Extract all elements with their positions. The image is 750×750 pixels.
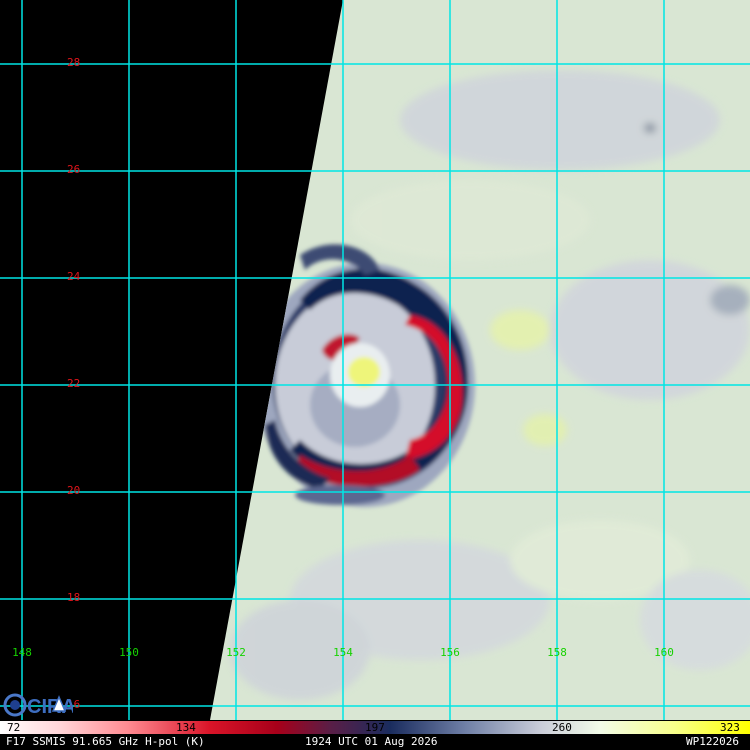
cira-logo-icon: CIRA	[3, 693, 73, 718]
colorbar-tick-134: 134	[176, 721, 196, 734]
colorbar-tick-197: 197	[365, 721, 385, 734]
lon-label-152: 152	[226, 646, 246, 659]
lon-label-154: 154	[333, 646, 353, 659]
lat-label-22: 22	[67, 377, 81, 390]
lon-label-156: 156	[440, 646, 460, 659]
lon-label-150: 150	[119, 646, 139, 659]
image-caption-bar: F17 SSMIS 91.665 GHz H-pol (K) 1924 UTC …	[0, 734, 750, 750]
colorbar-tick-72: 72	[7, 721, 21, 734]
lon-label-158: 158	[547, 646, 567, 659]
colorbar-tick-323: 323	[720, 721, 740, 734]
lat-label-24: 24	[67, 270, 81, 283]
storm-id: WP122026	[686, 735, 739, 748]
lat-label-18: 18	[67, 591, 81, 604]
lat-label-26: 26	[67, 163, 81, 176]
lon-label-160: 160	[654, 646, 674, 659]
lon-label-148: 148	[12, 646, 32, 659]
logo-text: CIRA	[27, 696, 73, 718]
sensor-description: F17 SSMIS 91.665 GHz H-pol (K)	[6, 735, 205, 748]
lat-label-20: 20	[67, 484, 81, 497]
lat-label-28: 28	[67, 56, 81, 69]
colorbar-tick-260: 260	[552, 721, 572, 734]
satellite-image-viewer: 28 26 24 22 20 18 16 148 150 152 154 156…	[0, 0, 750, 750]
observation-time: 1924 UTC 01 Aug 2026	[305, 735, 438, 748]
microwave-imagery-map	[0, 0, 750, 720]
